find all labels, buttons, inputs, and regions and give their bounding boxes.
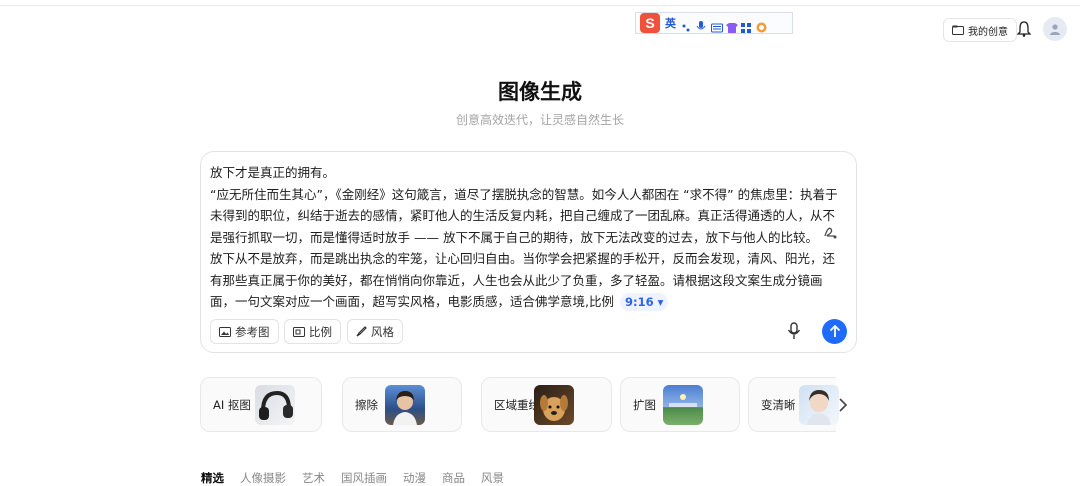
image-icon (219, 326, 231, 337)
punctuation-icon[interactable] (681, 18, 691, 32)
ratio-chip-label: 9:16 (624, 295, 654, 309)
brush-icon (356, 326, 367, 337)
ratio-label: 比例 (309, 324, 332, 339)
tool-card-erase[interactable]: 擦除 (342, 377, 462, 432)
user-avatar[interactable] (1043, 17, 1067, 41)
pen-signature-icon[interactable] (822, 224, 838, 240)
prompt-line: 放下才是真正的拥有。 (210, 165, 336, 180)
tool-card-sharpen[interactable]: 变清晰 (748, 377, 839, 432)
skin-shirt-icon[interactable] (726, 18, 738, 33)
top-divider (0, 5, 1080, 6)
style-button[interactable]: 风格 (347, 319, 403, 344)
tool-card-expand[interactable]: 扩图 (620, 377, 740, 432)
send-button[interactable] (822, 319, 847, 344)
tool-card-ai-cutout[interactable]: AI 抠图 (200, 377, 322, 432)
my-creations-label: 我的创意 (968, 26, 1008, 38)
page-title: 图像生成 (498, 80, 582, 104)
headphones-thumbnail (255, 385, 295, 425)
landscape-thumbnail (663, 385, 703, 425)
ime-toolbar[interactable]: S 英 (635, 12, 793, 34)
folder-icon (952, 25, 964, 35)
tab-chinese-illustration[interactable]: 国风插画 (341, 470, 387, 486)
dog-photo-thumbnail (534, 385, 574, 425)
microphone-icon[interactable] (696, 18, 706, 30)
tab-art[interactable]: 艺术 (302, 470, 325, 486)
tool-card-label: AI 抠图 (213, 398, 251, 412)
tab-featured[interactable]: 精选 (201, 470, 224, 486)
child-photo-thumbnail (385, 385, 425, 425)
prompt-line: “应无所住而生其心”，《金刚经》这句箴言，道尽了摆脱执念的智慧。如今人人都困在 … (210, 186, 838, 245)
style-label: 风格 (371, 324, 394, 339)
keyboard-icon[interactable] (711, 18, 723, 33)
prompt-line: 放下从不是放弃，而是跳出执念的牢笼，让心回归自由。当你学会把紧握的手松开，反而会… (210, 248, 846, 313)
portrait-thumbnail (799, 385, 839, 425)
user-icon (1050, 24, 1060, 35)
sogou-logo-icon[interactable]: S (640, 13, 660, 33)
ratio-button[interactable]: 比例 (284, 319, 341, 344)
prompt-box[interactable]: 放下才是真正的拥有。 “应无所住而生其心”，《金刚经》这句箴言，道尽了摆脱执念的… (200, 151, 857, 353)
tool-card-label: 擦除 (355, 398, 378, 412)
ratio-chip[interactable]: 9:16 ▾ (619, 293, 669, 311)
reference-image-button[interactable]: 参考图 (210, 319, 279, 344)
emoji-icon[interactable] (756, 18, 767, 33)
voice-input-icon[interactable] (786, 322, 802, 340)
toolbox-grid-icon[interactable] (741, 18, 751, 33)
notification-bell-icon[interactable] (1016, 21, 1032, 37)
prompt-textarea[interactable]: 放下才是真正的拥有。 “应无所住而生其心”，《金刚经》这句箴言，道尽了摆脱执念的… (210, 162, 846, 313)
aspect-ratio-icon (293, 326, 305, 337)
arrow-up-icon (829, 325, 840, 337)
ime-mode-label[interactable]: 英 (665, 15, 676, 31)
category-tabs: 精选 人像摄影 艺术 国风插画 动漫 商品 风景 (201, 470, 504, 486)
my-creations-button[interactable]: 我的创意 (943, 18, 1017, 42)
page-subtitle: 创意高效迭代，让灵感自然生长 (455, 113, 624, 127)
chevron-right-icon[interactable] (838, 397, 848, 412)
tab-portrait-photography[interactable]: 人像摄影 (240, 470, 286, 486)
tab-scenery[interactable]: 风景 (481, 470, 504, 486)
tool-card-label: 变清晰 (761, 398, 796, 412)
tab-anime[interactable]: 动漫 (403, 470, 426, 486)
prompt-line-text: 放下从不是放弃，而是跳出执念的牢笼，让心回归自由。当你学会把紧握的手松开，反而会… (210, 251, 836, 309)
tool-card-region-redraw[interactable]: 区域重绘 (481, 377, 612, 432)
tab-product[interactable]: 商品 (442, 470, 465, 486)
reference-image-label: 参考图 (235, 324, 270, 339)
tool-card-label: 扩图 (633, 398, 656, 412)
